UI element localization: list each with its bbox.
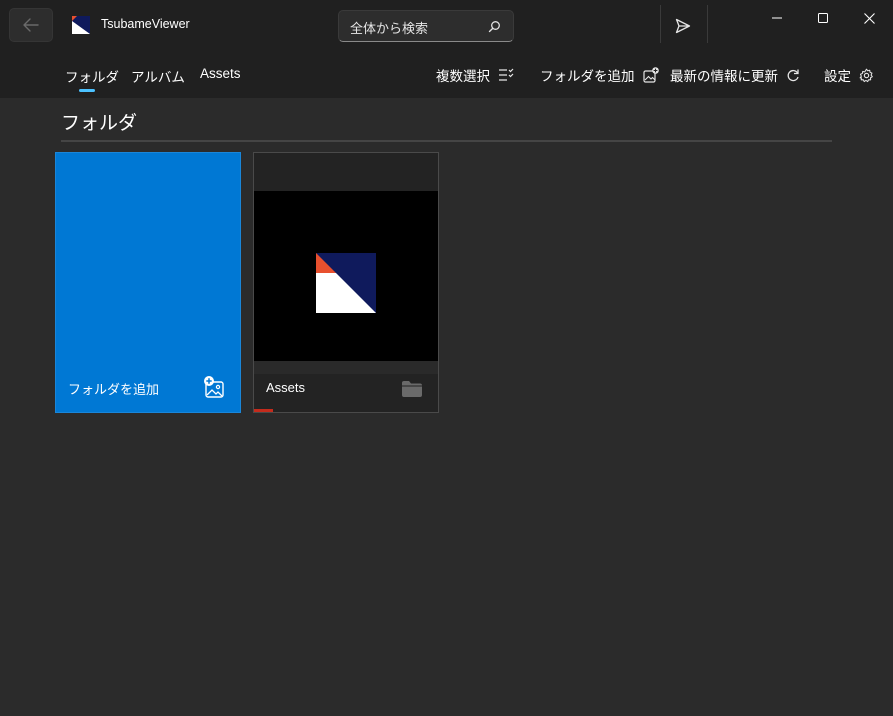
arrow-left-icon [23,18,39,32]
refresh-label: 最新の情報に更新 [670,69,778,85]
maximize-icon [818,13,828,23]
minimize-button[interactable] [754,4,800,32]
checklist-icon [499,68,514,81]
nav-bar: フォルダ アルバム Assets 複数選択 フォルダを追加 最新の情報に更新 設… [0,50,893,98]
toolbar-divider [707,5,708,43]
close-button[interactable] [846,4,892,32]
add-folder-label: フォルダを追加 [540,69,635,85]
share-button[interactable] [667,12,699,40]
tab-assets[interactable]: Assets [200,66,241,81]
folder-tile-assets[interactable]: Assets [253,152,439,413]
add-image-icon [642,67,659,83]
settings-button[interactable]: 設定 [824,65,874,85]
section-title: フォルダ [61,112,138,134]
folder-thumbnail [254,191,438,361]
selected-tab-indicator [79,89,95,92]
section-divider [61,140,832,142]
app-title: TsubameViewer [101,17,190,31]
back-button[interactable] [9,8,53,42]
search-icon[interactable] [488,20,501,33]
multi-select-button[interactable]: 複数選択 [436,65,514,85]
thumbnail-strip [254,361,438,374]
toolbar-divider [660,5,661,43]
app-logo-thumbnail [316,253,376,313]
search-box[interactable]: 全体から検索 [338,10,514,42]
maximize-button[interactable] [800,4,846,32]
app-logo [72,16,90,34]
folder-tile-label: Assets [266,380,306,395]
refresh-button[interactable]: 最新の情報に更新 [670,65,800,85]
close-icon [863,12,875,24]
title-bar: TsubameViewer 全体から検索 [0,0,893,50]
tab-folder[interactable]: フォルダ [65,66,119,86]
add-folder-command[interactable]: フォルダを追加 [540,65,659,85]
search-input[interactable]: 全体から検索 [350,18,428,37]
multi-select-label: 複数選択 [436,69,490,85]
minimize-icon [772,17,782,19]
add-folder-tile-label: フォルダを追加 [68,383,160,398]
gear-icon [859,68,873,82]
tab-album[interactable]: アルバム [131,66,185,86]
add-folder-tile[interactable]: フォルダを追加 [55,152,241,413]
refresh-icon [787,69,799,81]
send-icon [675,18,691,34]
folder-icon [402,381,422,397]
settings-label: 設定 [824,69,851,85]
add-image-icon [204,376,224,398]
progress-indicator [254,409,273,412]
